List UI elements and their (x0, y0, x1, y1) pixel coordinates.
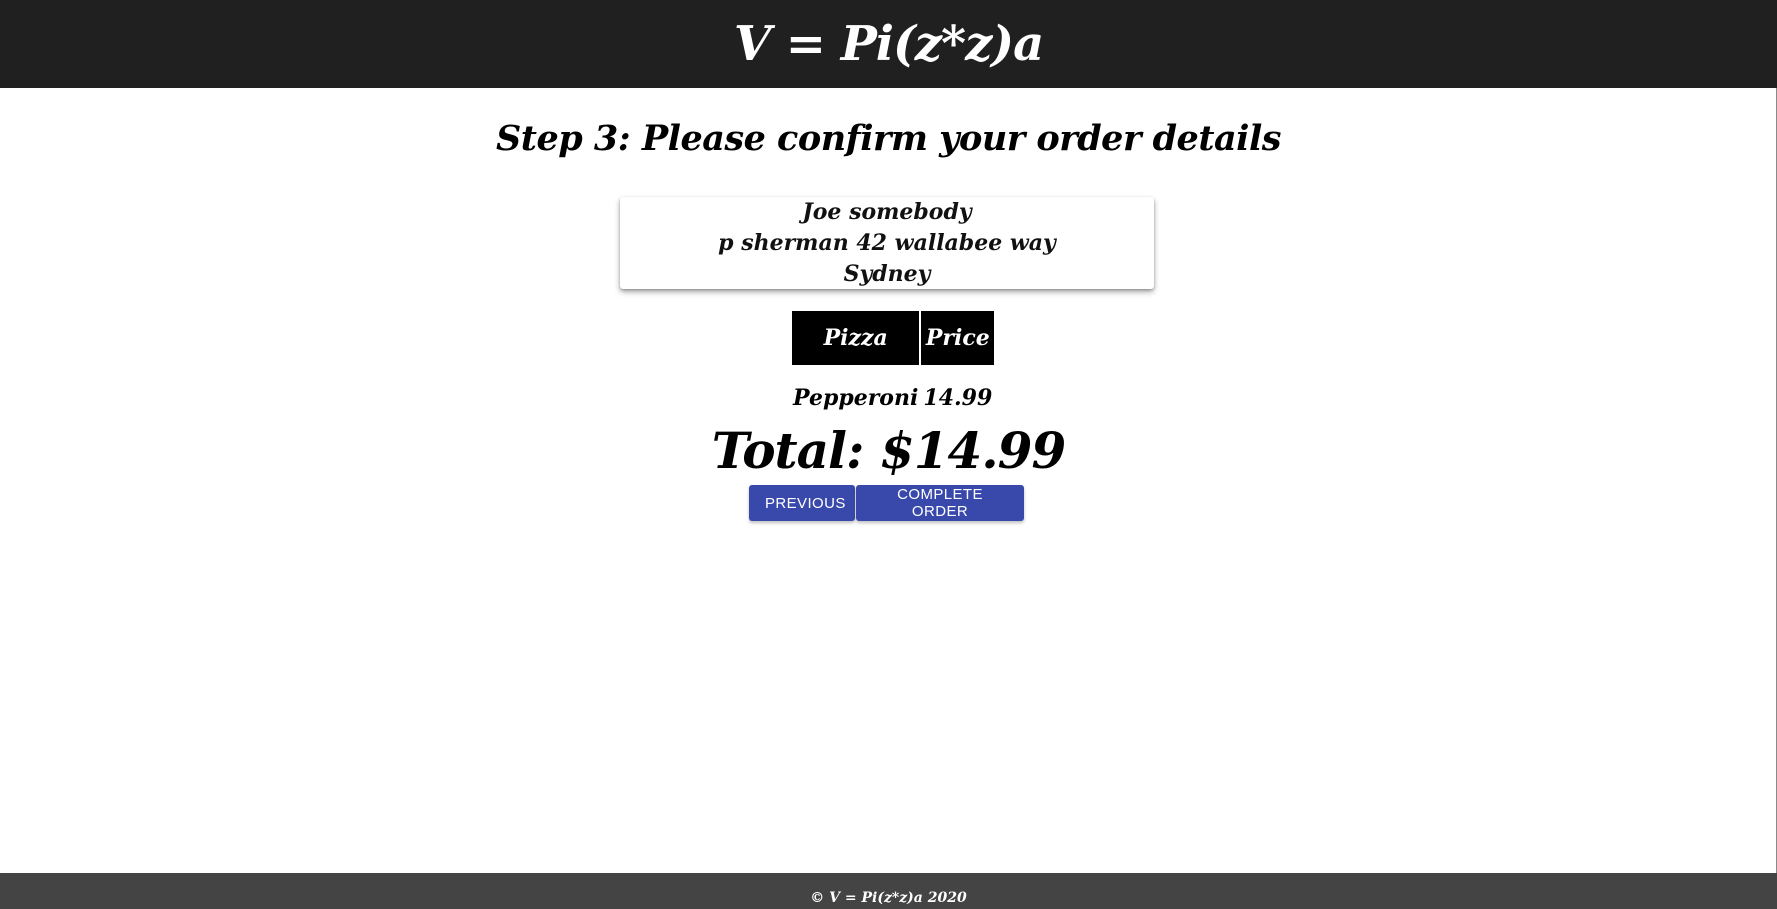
app-header: V = Pi(z*z)a (0, 0, 1777, 88)
app-title: V = Pi(z*z)a (733, 16, 1044, 72)
column-header-price: Price (921, 311, 995, 365)
copyright-text: © V = Pi(z*z)a 2020 (810, 890, 967, 906)
customer-city: Sydney (843, 260, 931, 287)
action-buttons: Previous Complete order (749, 485, 1024, 521)
order-table: Pizza Price Pepperoni 14.99 (790, 311, 996, 430)
app-footer: © V = Pi(z*z)a 2020 (0, 873, 1777, 909)
complete-order-button[interactable]: Complete order (856, 485, 1024, 521)
customer-name: Joe somebody (802, 198, 972, 225)
column-header-pizza: Pizza (792, 311, 920, 365)
step-title: Step 3: Please confirm your order detail… (496, 118, 1281, 159)
address-card: Joe somebody p sherman 42 wallabee way S… (620, 197, 1154, 289)
order-total: Total: $14.99 (711, 421, 1067, 480)
previous-button[interactable]: Previous (749, 485, 855, 521)
table-header-row: Pizza Price (792, 311, 995, 365)
customer-street: p sherman 42 wallabee way (718, 229, 1056, 256)
page: V = Pi(z*z)a Step 3: Please confirm your… (0, 0, 1777, 909)
